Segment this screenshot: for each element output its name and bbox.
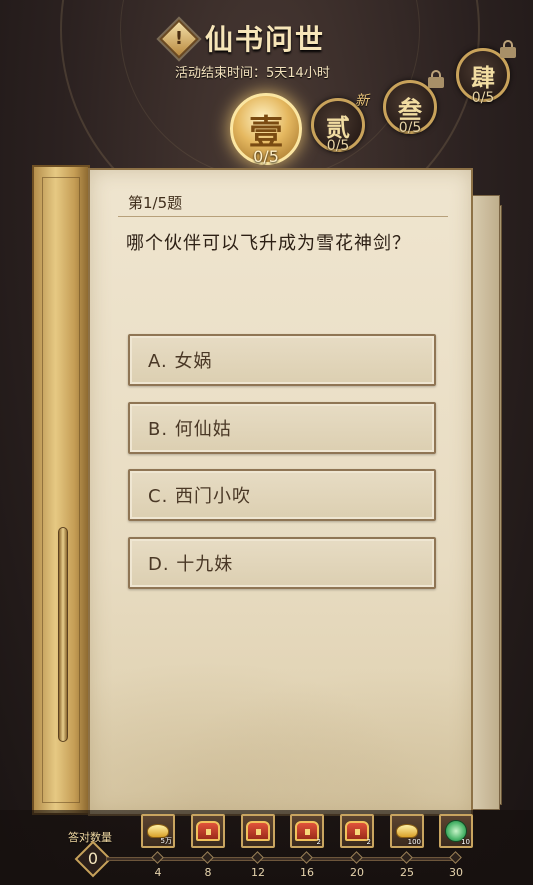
question-index: 第1/5题 — [128, 194, 183, 212]
milestone-label: 8 — [204, 866, 212, 879]
answer-option-d[interactable]: D. 十九妹 — [128, 537, 436, 589]
treasure-chest-icon — [345, 821, 369, 841]
book-spine — [32, 165, 90, 815]
answer-option-b[interactable]: B. 何仙姑 — [128, 402, 436, 454]
treasure-chest-icon — [295, 821, 319, 841]
page-title: 仙书问世 — [205, 23, 326, 56]
chapter-1-progress: 0/5 — [253, 147, 279, 166]
quiz-page: 第1/5题 哪个伙伴可以飞升成为雪花神剑？ A. 女娲 B. 何仙姑 C. 西门… — [88, 168, 473, 816]
event-countdown: 活动结束时间：5天14小时 — [175, 66, 330, 81]
book-page-edge — [470, 195, 500, 810]
answer-option-a[interactable]: A. 女娲 — [128, 334, 436, 386]
reward-slot-16[interactable]: 2 — [290, 814, 324, 848]
chapter-2-progress: 0/5 — [326, 138, 350, 154]
treasure-chest-icon — [196, 821, 220, 841]
new-badge: 新 — [355, 93, 369, 109]
cloud-decoration — [90, 634, 471, 814]
divider — [118, 216, 448, 217]
reward-quantity: 100 — [407, 838, 421, 846]
reward-quantity: 2 — [316, 838, 321, 846]
reward-slot-4[interactable]: 5万 — [141, 814, 175, 848]
spine-slot — [58, 527, 68, 742]
lock-icon — [428, 70, 444, 88]
reward-quantity: 2 — [366, 838, 371, 846]
milestone-label: 30 — [449, 866, 463, 879]
milestone-label: 20 — [350, 866, 364, 879]
milestone-label: 25 — [400, 866, 414, 879]
correct-count-value: 0 — [87, 849, 99, 868]
milestone-label: 16 — [300, 866, 314, 879]
reward-quantity: 10 — [461, 838, 470, 846]
chapter-4-progress: 0/5 — [471, 90, 495, 106]
milestone-label: 12 — [251, 866, 265, 879]
lock-icon — [500, 40, 516, 58]
info-button[interactable]: ! — [159, 19, 199, 59]
reward-quantity: 5万 — [160, 837, 172, 845]
reward-slot-30[interactable]: 10 — [439, 814, 473, 848]
reward-slot-12[interactable] — [241, 814, 275, 848]
header: ! 仙书问世 活动结束时间：5天14小时 — [0, 0, 533, 90]
answer-option-c[interactable]: C. 西门小吹 — [128, 469, 436, 521]
chapter-3-progress: 0/5 — [398, 120, 422, 136]
reward-slot-20[interactable]: 2 — [340, 814, 374, 848]
chapter-1-medal[interactable]: 壹 0/5 — [230, 93, 302, 173]
exclamation-icon: ! — [174, 28, 184, 49]
chapter-3-medal[interactable]: 叁 0/5 — [383, 80, 437, 140]
reward-slot-8[interactable] — [191, 814, 225, 848]
gold-ingot-icon — [396, 824, 418, 838]
reward-slot-25[interactable]: 100 — [390, 814, 424, 848]
milestone-label: 4 — [154, 866, 162, 879]
question-text: 哪个伙伴可以飞升成为雪花神剑？ — [126, 233, 411, 254]
treasure-chest-icon — [246, 821, 270, 841]
